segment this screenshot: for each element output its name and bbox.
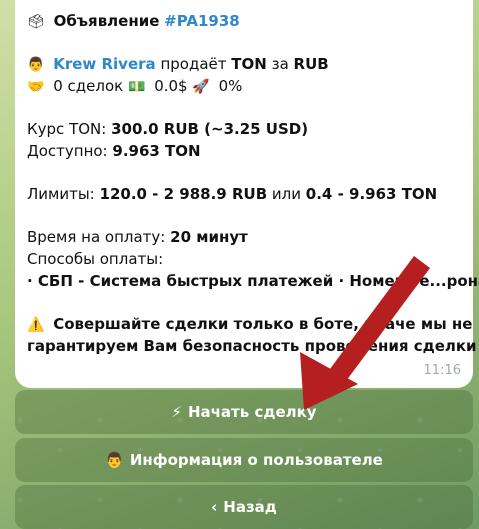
rate-value: 300.0 RUB (~3.25 USD) [111,120,309,138]
back-button[interactable]: ‹ Назад [15,485,473,529]
fiat-currency: RUB [293,55,329,73]
warning-line-1: ⚠️ Совершайте сделки только в боте, инач… [27,313,472,335]
rating-value: 0% [218,77,243,95]
volume-value: 0.0$ [154,77,188,95]
payment-time-line: Время на оплату: 20 минут [27,226,461,248]
warning-icon: ⚠️ [27,317,45,333]
lightning-icon: ⚡ [171,403,182,421]
limits-ton: 0.4 - 9.963 TON [305,185,438,203]
back-chevron-icon: ‹ [211,498,218,516]
sells-word: продаёт [160,55,227,73]
user-info-button[interactable]: 👨 Информация о пользователе [15,438,473,482]
message-time: 11:16 [423,363,461,378]
payment-time-label: Время на оплату: [27,228,166,246]
man-face-icon: 👨 [27,57,45,73]
ad-tag-link[interactable]: #PA1938 [164,12,240,30]
rate-label: Курс TON: [27,120,107,138]
limits-label: Лимиты: [27,185,95,203]
ballot-box-icon: 🗳 [27,14,45,30]
limits-rub: 120.0 - 2 988.9 RUB [99,185,268,203]
money-icon: 💵 [127,79,146,95]
back-label: Назад [223,498,277,516]
limits-line: Лимиты: 120.0 - 2 988.9 RUB или 0.4 - 9.… [27,183,461,205]
limits-or: или [271,185,301,203]
seller-line: 👨 Krew Rivera продаёт TON за RUB [27,53,461,75]
warning-text-2: гарантируем Вам безопасность проведения … [27,337,477,355]
message-title-line: 🗳 Объявление #PA1938 [27,10,461,32]
start-deal-label: Начать сделку [187,403,317,421]
rocket-icon: 🚀 [192,79,210,95]
message-bubble: 🗳 Объявление #PA1938 👨 Krew Rivera прода… [15,0,479,388]
handshake-icon: 🤝 [27,79,45,95]
start-deal-button[interactable]: ⚡ Начать сделку [15,390,473,434]
payment-time-value: 20 минут [170,228,248,246]
payment-methods-value: · СБП - Система быстрых платежей · Номер… [27,272,479,290]
for-word: за [271,55,289,73]
available-label: Доступно: [27,142,108,160]
payment-methods-label: Способы оплаты: [27,250,164,268]
stats-line: 🤝 0 сделок 💵 0.0$ 🚀 0% [27,75,461,97]
currency: TON [231,55,267,73]
man-face-icon: 👨 [105,451,124,469]
deals-count: 0 сделок [53,77,124,95]
user-info-label: Информация о пользователе [129,451,383,469]
message-title: Объявление [53,12,160,30]
rate-line: Курс TON: 300.0 RUB (~3.25 USD) [27,118,461,140]
warning-text-1: Совершайте сделки только в боте, иначе м… [53,315,473,333]
available-line: Доступно: 9.963 TON [27,140,461,162]
seller-name-link[interactable]: Krew Rivera [53,55,155,73]
available-value: 9.963 TON [112,142,201,160]
